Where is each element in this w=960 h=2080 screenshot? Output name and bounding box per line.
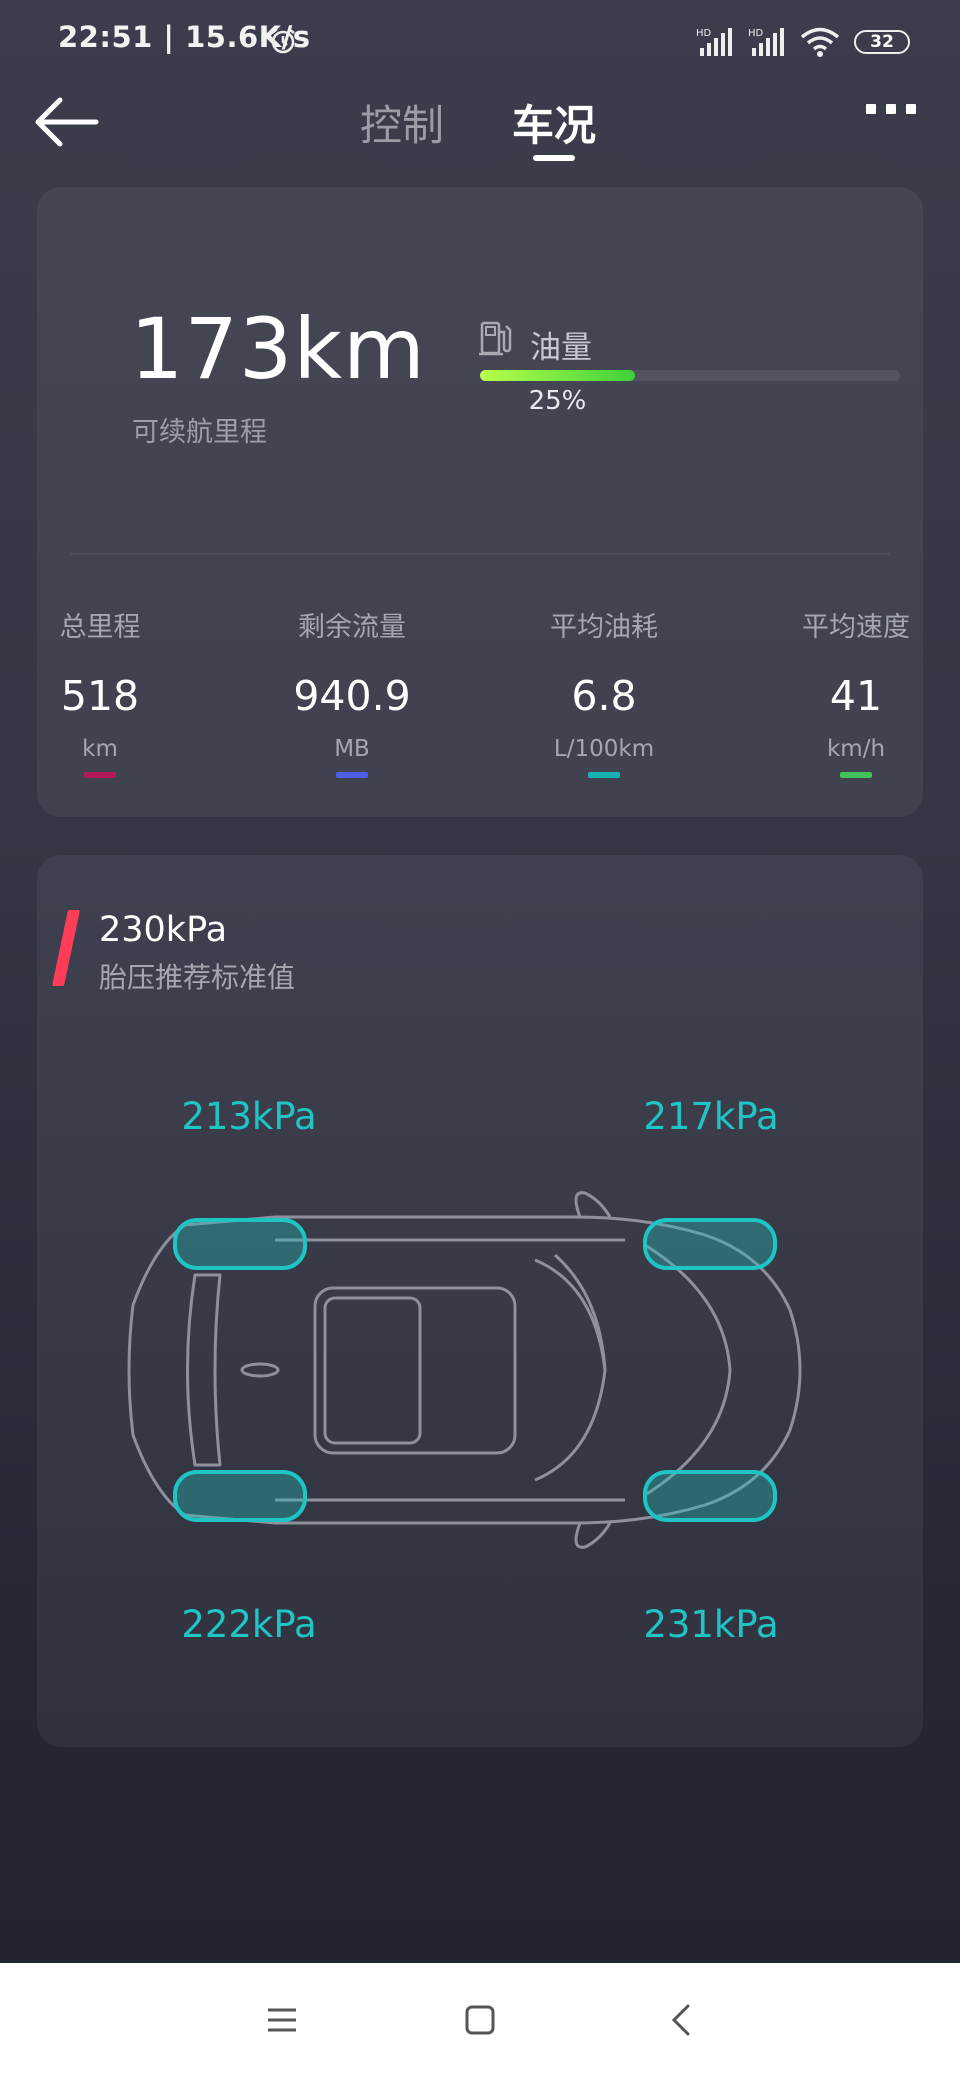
stat-value: 6.8 bbox=[571, 672, 637, 720]
stat-color-bar bbox=[840, 772, 872, 778]
stat-total-mileage: 总里程 518 km bbox=[0, 605, 200, 778]
range-value: 173km bbox=[130, 300, 426, 398]
tire-front-left-icon bbox=[173, 1218, 307, 1270]
battery-indicator: 32 bbox=[854, 30, 910, 54]
stat-value: 940.9 bbox=[293, 672, 411, 720]
stat-unit: MB bbox=[334, 736, 370, 762]
fuel-level-fill bbox=[480, 370, 635, 381]
signal-icon-2: HD bbox=[748, 28, 784, 56]
stat-color-bar bbox=[84, 772, 116, 778]
stat-unit: km bbox=[82, 736, 118, 762]
tire-pressure-rear-left: 222kPa bbox=[181, 1603, 317, 1646]
system-back-icon[interactable] bbox=[662, 2000, 702, 2040]
divider bbox=[70, 553, 890, 555]
more-dot-icon bbox=[906, 104, 916, 114]
tab-vehicle-status[interactable]: 车况 bbox=[512, 92, 596, 153]
fuel-label: 油量 bbox=[530, 330, 592, 366]
stat-value: 41 bbox=[829, 672, 883, 720]
stat-remaining-data: 剩余流量 940.9 MB bbox=[252, 605, 452, 778]
more-dot-icon bbox=[886, 104, 896, 114]
stat-unit: km/h bbox=[826, 736, 886, 762]
stat-value: 518 bbox=[60, 672, 140, 720]
range-label: 可续航里程 bbox=[132, 417, 267, 448]
stat-label: 平均油耗 bbox=[550, 612, 658, 643]
tire-standard-value: 230kPa bbox=[99, 910, 228, 950]
stat-unit: L/100km bbox=[553, 736, 655, 762]
fuel-pump-icon bbox=[479, 321, 512, 356]
stat-label: 剩余流量 bbox=[298, 612, 406, 643]
stat-label: 总里程 bbox=[59, 612, 141, 643]
tire-standard-label: 胎压推荐标准值 bbox=[99, 961, 296, 994]
fuel-percent: 25% bbox=[528, 386, 587, 416]
signal-hd-label: HD bbox=[696, 28, 712, 39]
more-options-button[interactable] bbox=[866, 104, 916, 114]
stat-color-bar bbox=[336, 772, 368, 778]
signal-hd-label-2: HD bbox=[748, 28, 764, 39]
car-top-view-icon bbox=[127, 1191, 802, 1549]
more-dot-icon bbox=[866, 104, 876, 114]
home-icon[interactable] bbox=[460, 2000, 500, 2040]
stat-avg-fuel-consumption: 平均油耗 6.8 L/100km bbox=[504, 605, 704, 778]
tire-pressure-front-right: 217kPa bbox=[643, 1095, 779, 1138]
wifi-icon bbox=[800, 27, 840, 57]
tire-rear-right-icon bbox=[643, 1470, 777, 1522]
tire-pressure-rear-right: 231kPa bbox=[643, 1603, 779, 1646]
tire-front-right-icon bbox=[643, 1218, 777, 1270]
tire-rear-left-icon bbox=[173, 1470, 307, 1522]
active-tab-indicator bbox=[533, 155, 575, 161]
status-icons: HD HD 32 bbox=[696, 24, 910, 60]
tire-pressure-front-left: 213kPa bbox=[181, 1095, 317, 1138]
stat-label: 平均速度 bbox=[802, 612, 910, 643]
tab-control[interactable]: 控制 bbox=[360, 92, 444, 153]
menu-icon[interactable] bbox=[262, 2000, 302, 2040]
stat-color-bar bbox=[588, 772, 620, 778]
alarm-icon bbox=[271, 28, 295, 54]
stat-avg-speed: 平均速度 41 km/h bbox=[756, 605, 956, 778]
back-arrow-icon[interactable] bbox=[30, 92, 100, 152]
signal-icon: HD bbox=[696, 28, 732, 56]
